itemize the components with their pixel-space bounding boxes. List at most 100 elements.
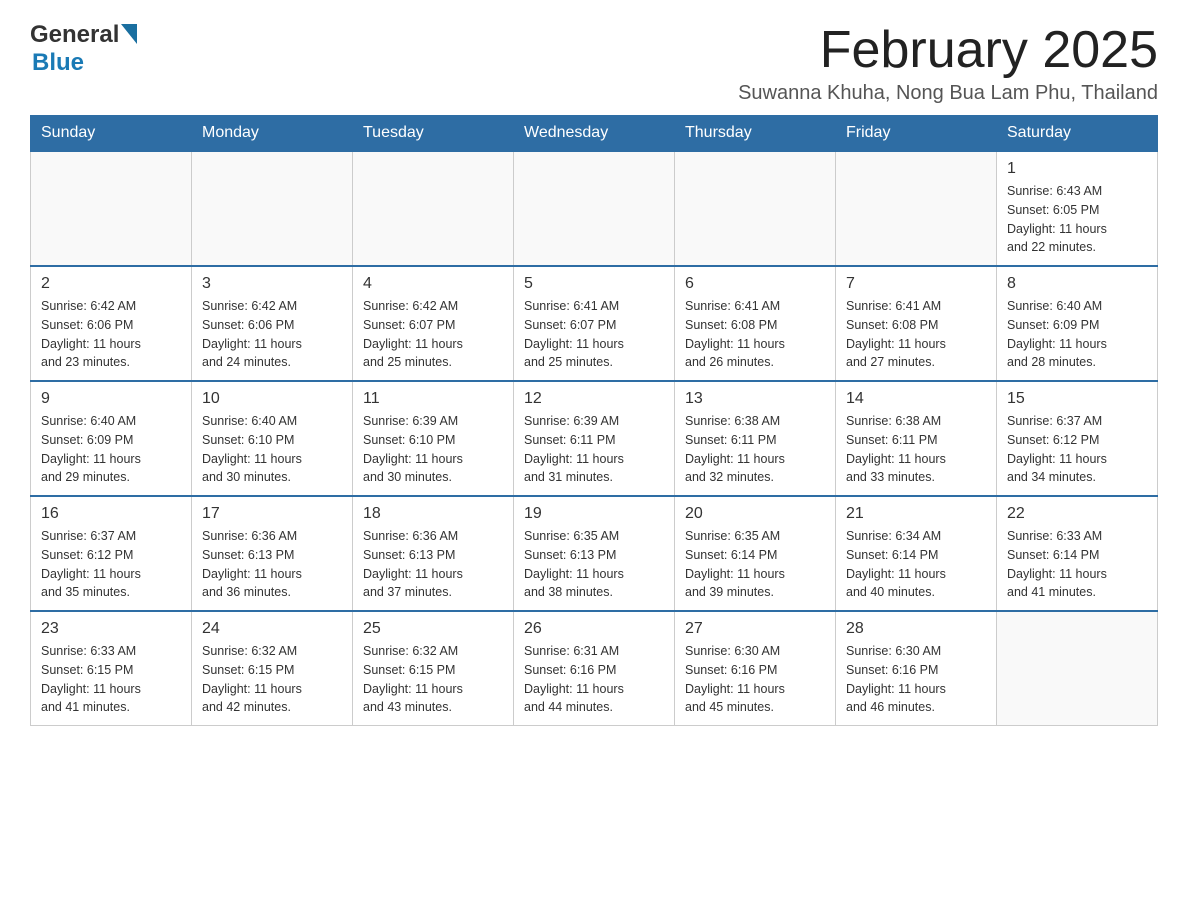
calendar-week-row: 23 Sunrise: 6:33 AM Sunset: 6:15 PM Dayli…	[31, 611, 1158, 726]
day-info: Sunrise: 6:42 AM Sunset: 6:07 PM Dayligh…	[363, 297, 503, 372]
calendar-cell: 5 Sunrise: 6:41 AM Sunset: 6:07 PM Daylig…	[514, 266, 675, 381]
calendar-cell: 26 Sunrise: 6:31 AM Sunset: 6:16 PM Dayli…	[514, 611, 675, 726]
day-number: 8	[1007, 275, 1147, 293]
calendar-day-header: Friday	[836, 116, 997, 152]
day-info: Sunrise: 6:39 AM Sunset: 6:11 PM Dayligh…	[524, 412, 664, 487]
calendar-cell: 19Sunrise: 6:35 AM Sunset: 6:13 PM Dayli…	[514, 496, 675, 611]
day-info: Sunrise: 6:30 AM Sunset: 6:16 PM Dayligh…	[685, 642, 825, 717]
day-info: Sunrise: 6:40 AM Sunset: 6:10 PM Dayligh…	[202, 412, 342, 487]
calendar-cell: 3 Sunrise: 6:42 AM Sunset: 6:06 PM Daylig…	[192, 266, 353, 381]
title-section: February 2025 Suwanna Khuha, Nong Bua La…	[738, 20, 1158, 105]
calendar-cell: 23 Sunrise: 6:33 AM Sunset: 6:15 PM Dayli…	[31, 611, 192, 726]
day-number: 21	[846, 505, 986, 523]
day-number: 3	[202, 275, 342, 293]
day-info: Sunrise: 6:38 AM Sunset: 6:11 PM Dayligh…	[685, 412, 825, 487]
calendar-cell: 9 Sunrise: 6:40 AM Sunset: 6:09 PM Daylig…	[31, 381, 192, 496]
day-number: 26	[524, 620, 664, 638]
calendar-day-header: Tuesday	[353, 116, 514, 152]
calendar-week-row: 1 Sunrise: 6:43 AM Sunset: 6:05 PM Daylig…	[31, 151, 1158, 266]
calendar-day-header: Saturday	[997, 116, 1158, 152]
day-number: 20	[685, 505, 825, 523]
month-title: February 2025	[738, 20, 1158, 80]
day-info: Sunrise: 6:34 AM Sunset: 6:14 PM Dayligh…	[846, 527, 986, 602]
day-number: 11	[363, 390, 503, 408]
day-info: Sunrise: 6:33 AM Sunset: 6:15 PM Dayligh…	[41, 642, 181, 717]
calendar-cell: 10 Sunrise: 6:40 AM Sunset: 6:10 PM Dayli…	[192, 381, 353, 496]
calendar-cell: 1 Sunrise: 6:43 AM Sunset: 6:05 PM Daylig…	[997, 151, 1158, 266]
logo[interactable]: General Blue	[30, 20, 137, 77]
calendar-cell	[836, 151, 997, 266]
calendar-cell: 25 Sunrise: 6:32 AM Sunset: 6:15 PM Dayli…	[353, 611, 514, 726]
day-info: Sunrise: 6:35 AM Sunset: 6:14 PM Dayligh…	[685, 527, 825, 602]
calendar-cell: 8 Sunrise: 6:40 AM Sunset: 6:09 PM Daylig…	[997, 266, 1158, 381]
day-info: Sunrise: 6:30 AM Sunset: 6:16 PM Dayligh…	[846, 642, 986, 717]
day-number: 18	[363, 505, 503, 523]
calendar-cell: 22 Sunrise: 6:33 AM Sunset: 6:14 PM Dayli…	[997, 496, 1158, 611]
day-number: 15	[1007, 390, 1147, 408]
day-number: 13	[685, 390, 825, 408]
day-info: Sunrise: 6:41 AM Sunset: 6:08 PM Dayligh…	[846, 297, 986, 372]
day-number: 23	[41, 620, 181, 638]
calendar-cell: 4 Sunrise: 6:42 AM Sunset: 6:07 PM Daylig…	[353, 266, 514, 381]
calendar-day-header: Wednesday	[514, 116, 675, 152]
calendar-cell	[31, 151, 192, 266]
calendar-cell	[353, 151, 514, 266]
day-info: Sunrise: 6:41 AM Sunset: 6:08 PM Dayligh…	[685, 297, 825, 372]
day-number: 9	[41, 390, 181, 408]
calendar-day-header: Thursday	[675, 116, 836, 152]
calendar-cell: 2 Sunrise: 6:42 AM Sunset: 6:06 PM Daylig…	[31, 266, 192, 381]
calendar-day-header: Monday	[192, 116, 353, 152]
day-info: Sunrise: 6:37 AM Sunset: 6:12 PM Dayligh…	[41, 527, 181, 602]
calendar-cell: 21 Sunrise: 6:34 AM Sunset: 6:14 PM Dayli…	[836, 496, 997, 611]
day-info: Sunrise: 6:33 AM Sunset: 6:14 PM Dayligh…	[1007, 527, 1147, 602]
calendar-header-row: SundayMondayTuesdayWednesdayThursdayFrid…	[31, 116, 1158, 152]
calendar-cell: 16 Sunrise: 6:37 AM Sunset: 6:12 PM Dayli…	[31, 496, 192, 611]
day-info: Sunrise: 6:37 AM Sunset: 6:12 PM Dayligh…	[1007, 412, 1147, 487]
calendar-cell: 20 Sunrise: 6:35 AM Sunset: 6:14 PM Dayli…	[675, 496, 836, 611]
day-number: 16	[41, 505, 181, 523]
day-info: Sunrise: 6:40 AM Sunset: 6:09 PM Dayligh…	[1007, 297, 1147, 372]
calendar-cell	[192, 151, 353, 266]
day-number: 22	[1007, 505, 1147, 523]
day-info: Sunrise: 6:41 AM Sunset: 6:07 PM Dayligh…	[524, 297, 664, 372]
logo-triangle-icon	[121, 24, 137, 49]
calendar-cell: 6Sunrise: 6:41 AM Sunset: 6:08 PM Daylig…	[675, 266, 836, 381]
calendar-table: SundayMondayTuesdayWednesdayThursdayFrid…	[30, 115, 1158, 726]
day-number: 4	[363, 275, 503, 293]
day-info: Sunrise: 6:31 AM Sunset: 6:16 PM Dayligh…	[524, 642, 664, 717]
calendar-cell: 11Sunrise: 6:39 AM Sunset: 6:10 PM Dayli…	[353, 381, 514, 496]
day-number: 17	[202, 505, 342, 523]
calendar-cell: 7 Sunrise: 6:41 AM Sunset: 6:08 PM Daylig…	[836, 266, 997, 381]
calendar-day-header: Sunday	[31, 116, 192, 152]
calendar-cell	[514, 151, 675, 266]
calendar-cell: 24Sunrise: 6:32 AM Sunset: 6:15 PM Dayli…	[192, 611, 353, 726]
calendar-week-row: 16 Sunrise: 6:37 AM Sunset: 6:12 PM Dayli…	[31, 496, 1158, 611]
day-number: 19	[524, 505, 664, 523]
day-number: 1	[1007, 160, 1147, 178]
day-number: 5	[524, 275, 664, 293]
day-number: 14	[846, 390, 986, 408]
location-title: Suwanna Khuha, Nong Bua Lam Phu, Thailan…	[738, 82, 1158, 105]
day-number: 2	[41, 275, 181, 293]
day-info: Sunrise: 6:38 AM Sunset: 6:11 PM Dayligh…	[846, 412, 986, 487]
day-info: Sunrise: 6:42 AM Sunset: 6:06 PM Dayligh…	[202, 297, 342, 372]
day-number: 7	[846, 275, 986, 293]
day-info: Sunrise: 6:42 AM Sunset: 6:06 PM Dayligh…	[41, 297, 181, 372]
day-info: Sunrise: 6:43 AM Sunset: 6:05 PM Dayligh…	[1007, 182, 1147, 257]
calendar-cell: 18Sunrise: 6:36 AM Sunset: 6:13 PM Dayli…	[353, 496, 514, 611]
day-number: 28	[846, 620, 986, 638]
calendar-cell: 28 Sunrise: 6:30 AM Sunset: 6:16 PM Dayli…	[836, 611, 997, 726]
calendar-cell: 13 Sunrise: 6:38 AM Sunset: 6:11 PM Dayli…	[675, 381, 836, 496]
day-number: 25	[363, 620, 503, 638]
day-info: Sunrise: 6:40 AM Sunset: 6:09 PM Dayligh…	[41, 412, 181, 487]
day-number: 27	[685, 620, 825, 638]
day-number: 10	[202, 390, 342, 408]
calendar-week-row: 2 Sunrise: 6:42 AM Sunset: 6:06 PM Daylig…	[31, 266, 1158, 381]
day-number: 24	[202, 620, 342, 638]
page-header: General Blue February 2025 Suwanna Khuha…	[0, 0, 1188, 115]
day-number: 12	[524, 390, 664, 408]
calendar-cell	[997, 611, 1158, 726]
day-info: Sunrise: 6:32 AM Sunset: 6:15 PM Dayligh…	[363, 642, 503, 717]
calendar-week-row: 9 Sunrise: 6:40 AM Sunset: 6:09 PM Daylig…	[31, 381, 1158, 496]
calendar-cell	[675, 151, 836, 266]
